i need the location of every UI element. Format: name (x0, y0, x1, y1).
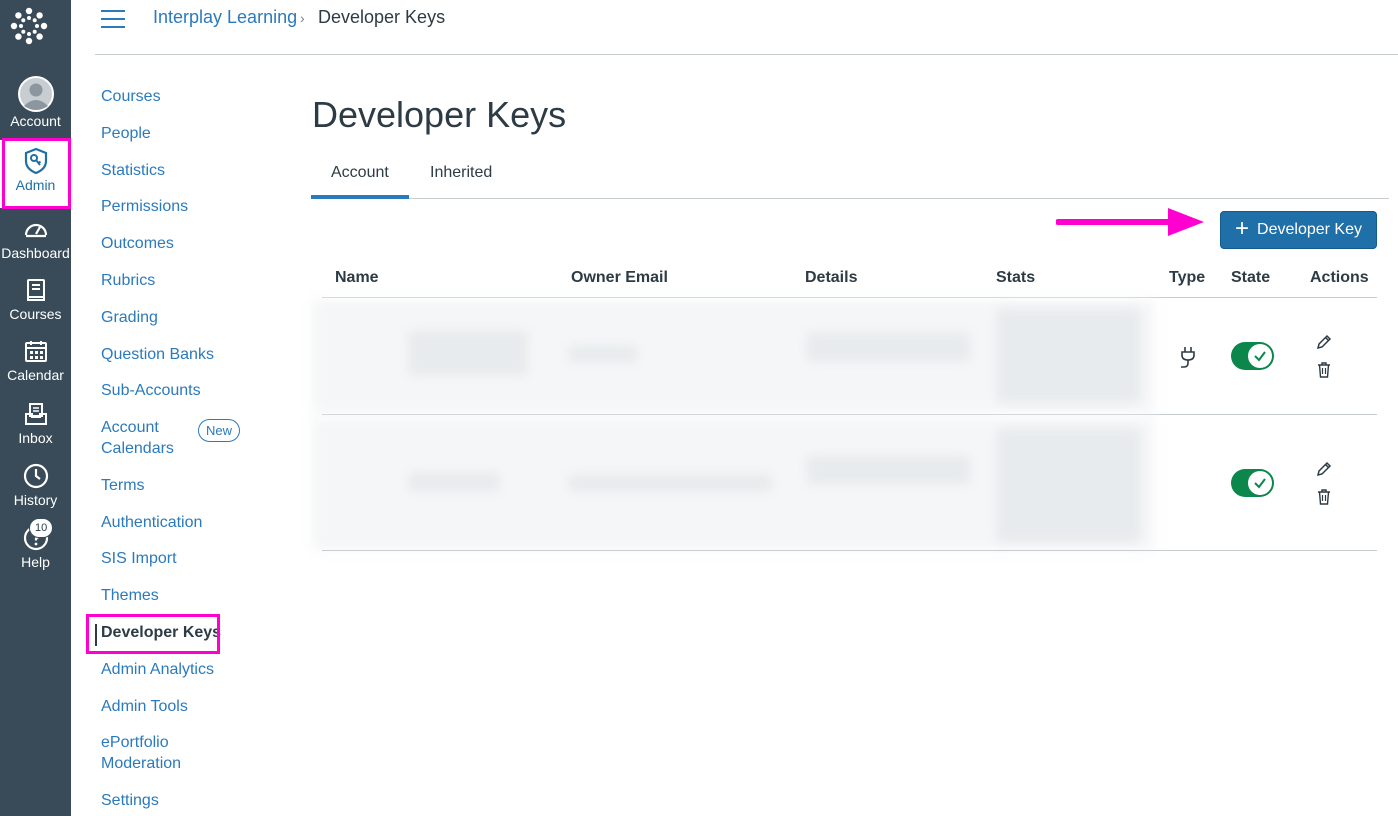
snav-themes[interactable]: Themes (101, 585, 159, 606)
snav-sis-import[interactable]: SIS Import (101, 548, 177, 569)
check-icon (1248, 471, 1272, 495)
breadcrumb-separator: › (300, 10, 305, 26)
gnav-courses[interactable]: Courses (0, 275, 71, 322)
add-button-label: Developer Key (1257, 221, 1362, 238)
gnav-label: Courses (9, 306, 62, 322)
book-icon (21, 275, 51, 305)
tab-account[interactable]: Account (331, 164, 389, 182)
snav-label-line2: Moderation (101, 755, 182, 772)
tab-active-indicator (311, 195, 409, 199)
col-header-state: State (1231, 269, 1271, 286)
gnav-calendar[interactable]: Calendar (0, 336, 71, 383)
gnav-dashboard[interactable]: Dashboard (0, 214, 71, 261)
table-row-divider (322, 414, 1377, 415)
canvas-logo-icon[interactable] (7, 4, 51, 48)
snav-eportfolio-moderation[interactable]: ePortfolio Moderation (101, 732, 181, 774)
help-badge: 10 (29, 518, 54, 538)
col-header-name: Name (335, 269, 379, 286)
gnav-history[interactable]: History (0, 461, 71, 508)
redacted-email (568, 474, 773, 492)
annotation-arrow-icon (1056, 208, 1204, 236)
col-header-type: Type (1169, 269, 1206, 286)
plug-icon (1178, 345, 1200, 369)
snav-permissions[interactable]: Permissions (101, 196, 188, 217)
snav-authentication[interactable]: Authentication (101, 512, 202, 533)
col-header-stats: Stats (996, 269, 1036, 286)
trash-icon[interactable] (1315, 361, 1333, 379)
gnav-inbox[interactable]: Inbox (0, 399, 71, 446)
dashboard-icon (21, 214, 51, 244)
breadcrumb-current: Developer Keys (318, 7, 446, 27)
redacted-name (408, 472, 500, 492)
redacted-stats (996, 308, 1141, 403)
snav-label-line1: Account (101, 419, 159, 436)
redacted-details (806, 332, 971, 362)
snav-admin-tools[interactable]: Admin Tools (101, 696, 188, 717)
redacted-details (806, 455, 971, 485)
check-icon (1248, 344, 1272, 368)
edit-pencil-icon[interactable] (1315, 460, 1333, 478)
admin-highlight (2, 138, 71, 209)
inbox-icon (21, 399, 51, 429)
clock-icon (21, 461, 51, 491)
snav-grading[interactable]: Grading (101, 307, 158, 328)
snav-courses[interactable]: Courses (101, 86, 161, 107)
snav-outcomes[interactable]: Outcomes (101, 233, 174, 254)
gnav-label: History (13, 492, 58, 508)
snav-question-banks[interactable]: Question Banks (101, 344, 214, 365)
calendar-icon (21, 336, 51, 366)
snav-admin-analytics[interactable]: Admin Analytics (101, 659, 214, 680)
gnav-account[interactable]: Account (0, 76, 71, 129)
gnav-label: Account (10, 113, 61, 129)
col-header-actions: Actions (1310, 269, 1369, 286)
snav-label-line2: Calendars (101, 440, 174, 457)
edit-pencil-icon[interactable] (1315, 333, 1333, 351)
page-title: Developer Keys (312, 94, 567, 135)
col-header-owner-email: Owner Email (571, 269, 668, 286)
trash-icon[interactable] (1315, 488, 1333, 506)
developer-keys-highlight (86, 614, 220, 654)
gnav-label: Calendar (7, 367, 64, 383)
new-pill: New (198, 419, 241, 442)
global-nav: Account Admin Dashboard Courses Calendar… (0, 0, 71, 816)
redacted-name (408, 330, 528, 376)
gnav-label: Dashboard (1, 245, 70, 261)
snav-people[interactable]: People (101, 123, 151, 144)
gnav-label: Help (21, 554, 50, 570)
snav-terms[interactable]: Terms (101, 475, 145, 496)
redacted-email (568, 345, 638, 363)
redacted-stats (996, 428, 1141, 543)
table-row-divider (322, 550, 1377, 551)
snav-statistics[interactable]: Statistics (101, 160, 165, 181)
state-toggle[interactable] (1231, 342, 1274, 370)
tab-inherited[interactable]: Inherited (430, 164, 492, 182)
state-toggle[interactable] (1231, 469, 1274, 497)
add-developer-key-button[interactable]: + Developer Key (1220, 211, 1377, 249)
table-header-divider (322, 297, 1377, 298)
snav-rubrics[interactable]: Rubrics (101, 270, 155, 291)
plus-icon: + (1235, 215, 1250, 242)
hamburger-menu-icon[interactable] (101, 10, 125, 30)
breadcrumb-root[interactable]: Interplay Learning (153, 7, 297, 28)
col-header-details: Details (805, 269, 858, 286)
snav-account-calendars[interactable]: Account Calendars (101, 417, 174, 459)
snav-label-line1: ePortfolio (101, 734, 169, 751)
tabs-divider (311, 198, 1389, 199)
gnav-label: Inbox (18, 430, 53, 446)
snav-sub-accounts[interactable]: Sub-Accounts (101, 380, 201, 401)
snav-settings[interactable]: Settings (101, 790, 159, 811)
avatar-icon (17, 76, 54, 112)
header-divider (95, 54, 1398, 55)
